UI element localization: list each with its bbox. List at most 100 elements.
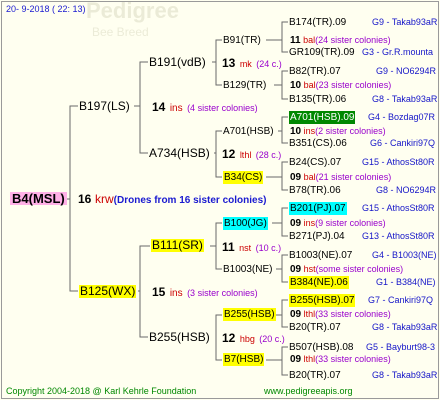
gen5-info-16: G8 - Takab93aR [372,370,438,380]
gen4-breed-2: bal [303,80,316,90]
gen4-summary-5: 09 ins(9 sister colonies) [290,217,386,230]
gen5-info-3: G9 - NO6294R [376,66,437,76]
root-summary: 16 krw(Drones from 16 sister colonies) [78,192,266,207]
root-note: (Drones from 16 sister colonies) [113,195,267,206]
gen5-name-7: B24(CS).07 [289,157,342,168]
gen2-summary-1: 14 ins (4 sister colonies) [152,100,258,115]
gen5-info-2: G3 - Gr.R.mounta [362,47,434,57]
gen5-name-9: B201(PJ).07 [289,202,347,215]
gen4-note-5: (9 sister colonies) [315,218,386,228]
gen4-name-8: B7(HSB) [223,353,265,366]
gen5-info-6: G6 - Cankiri97Q [370,138,436,148]
gen4-note-2: (23 sister colonies) [315,80,392,90]
gen5-info-5: G4 - Bozdag07R [368,112,436,122]
gen5-info-12: G1 - B384(NE) [376,277,436,287]
root-name: B4(MSL) [10,191,67,206]
gen5-name-16: B20(TR).07 [289,370,341,381]
gen4-breed-8: lthl [303,354,316,364]
gen2-note-1: (4 sister colonies) [187,103,258,113]
gen5-info-13: G7 - Cankiri97Q [368,295,434,305]
gen3-count-3: 11 [222,240,235,254]
gen5-name-1: B174(TR).09 [289,17,347,28]
gen2-count-1: 14 [152,100,166,114]
gen4-count-2: 10 [290,80,302,91]
gen4-note-3: (2 sister colonies) [315,126,386,136]
gen3-summary-4: 12 hbg (20 c.) [222,331,285,346]
gen5-name-2: GR109(TR).09 [289,47,355,58]
gen5-name-6: B351(CS).06 [289,138,347,149]
gen3-summary-2: 12 lthl (28 c.) [222,147,281,162]
gen4-breed-4: bal [303,172,316,182]
gen3-note-3: (10 c.) [255,243,282,253]
gen4-summary-6: 09 hst(some sister colonies) [290,263,403,276]
gen3-summary-3: 11 nst (10 c.) [222,240,281,255]
gen4-count-1: 11 [290,35,301,46]
gen3-count-1: 13 [222,56,236,70]
gen3-breed-1: mk [239,59,252,69]
gen5-name-8: B78(TR).06 [289,185,341,196]
gen4-breed-5: ins [303,218,316,228]
gen5-info-7: G15 - AthosSt80R [362,157,435,167]
gen2-note-2: (3 sister colonies) [187,288,258,298]
gen4-breed-1: bal [303,35,316,45]
footer-copyright: Copyright 2004-2018 @ Karl Kehrle Founda… [6,386,197,396]
gen4-summary-7: 09 lthl(33 sister colonies) [290,308,391,321]
gen4-summary-8: 09 lthl(33 sister colonies) [290,353,391,366]
gen5-info-4: G8 - Takab93aR [372,94,438,104]
gen5-name-13: B255(HSB).07 [289,294,356,307]
gen4-name-7: B255(HSB) [223,308,276,321]
gen3-count-2: 12 [222,147,236,161]
gen4-note-4: (21 sister colonies) [315,172,392,182]
gen2-name-1: B197(LS) [79,99,130,113]
gen2-breed-2: ins [169,288,183,299]
gen3-breed-2: lthl [239,150,252,160]
gen5-name-15: B507(HSB).08 [289,342,354,353]
header-date: 20- 9-2018 ( 22: 13) [6,4,86,14]
watermark-text-1: Pedigree [86,0,179,23]
gen4-count-7: 09 [290,309,302,320]
gen5-info-1: G9 - Takab93aR [372,17,438,27]
gen3-breed-3: nst [239,243,252,253]
gen4-breed-3: ins [303,126,316,136]
gen4-summary-2: 10 bal(23 sister colonies) [290,79,391,92]
gen4-breed-7: lthl [303,309,316,319]
gen3-note-2: (28 c.) [255,150,282,160]
gen3-name-2: A734(HSB) [149,146,210,160]
gen4-count-3: 10 [290,126,302,137]
gen5-info-15: G5 - Bayburt98-3 [366,342,436,352]
gen3-note-4: (20 c.) [259,334,285,344]
gen3-name-3: B111(SR) [151,238,204,252]
gen4-count-6: 09 [290,264,302,275]
gen4-name-1: B91(TR) [223,35,261,46]
gen4-note-8: (33 sister colonies) [315,354,391,364]
gen4-name-4: B34(CS) [223,171,264,184]
gen2-name-2: B125(WX) [79,284,137,298]
gen2-summary-2: 15 ins (3 sister colonies) [152,285,258,300]
gen5-name-3: B82(TR).07 [289,66,341,77]
gen5-info-9: G15 - AthosSt80R [362,203,435,213]
gen4-note-6: (some sister colonies) [315,264,404,274]
footer-website[interactable]: www.pedigreeapis.org [264,385,353,398]
root-breed: krw [94,192,114,206]
gen4-count-5: 09 [290,218,302,229]
gen2-breed-1: ins [169,103,183,114]
gen3-name-1: B191(vdB) [149,55,206,69]
gen4-note-7: (33 sister colonies) [315,309,391,319]
gen5-name-14: B20(TR).07 [289,322,341,333]
gen4-count-4: 09 [290,172,302,183]
gen4-summary-4: 09 bal(21 sister colonies) [290,171,391,184]
gen5-name-10: B271(PJ).04 [289,231,345,242]
root-count: 16 [78,192,92,206]
gen4-name-2: B129(TR) [223,80,267,91]
gen5-name-5: A701(HSB).09 [289,111,356,124]
gen5-info-14: G8 - Takab93aR [372,322,438,332]
gen5-name-11: B1003(NE).07 [289,250,353,261]
gen4-breed-6: hst [303,264,316,274]
gen4-count-8: 09 [290,354,302,365]
gen5-info-10: G13 - AthosSt80R [362,231,435,241]
gen4-note-1: (24 sister colonies) [315,35,391,45]
gen3-note-1: (24 c.) [256,59,282,69]
gen3-breed-4: hbg [239,334,255,344]
gen4-name-3: A701(HSB) [223,126,274,137]
gen2-count-2: 15 [152,285,166,299]
